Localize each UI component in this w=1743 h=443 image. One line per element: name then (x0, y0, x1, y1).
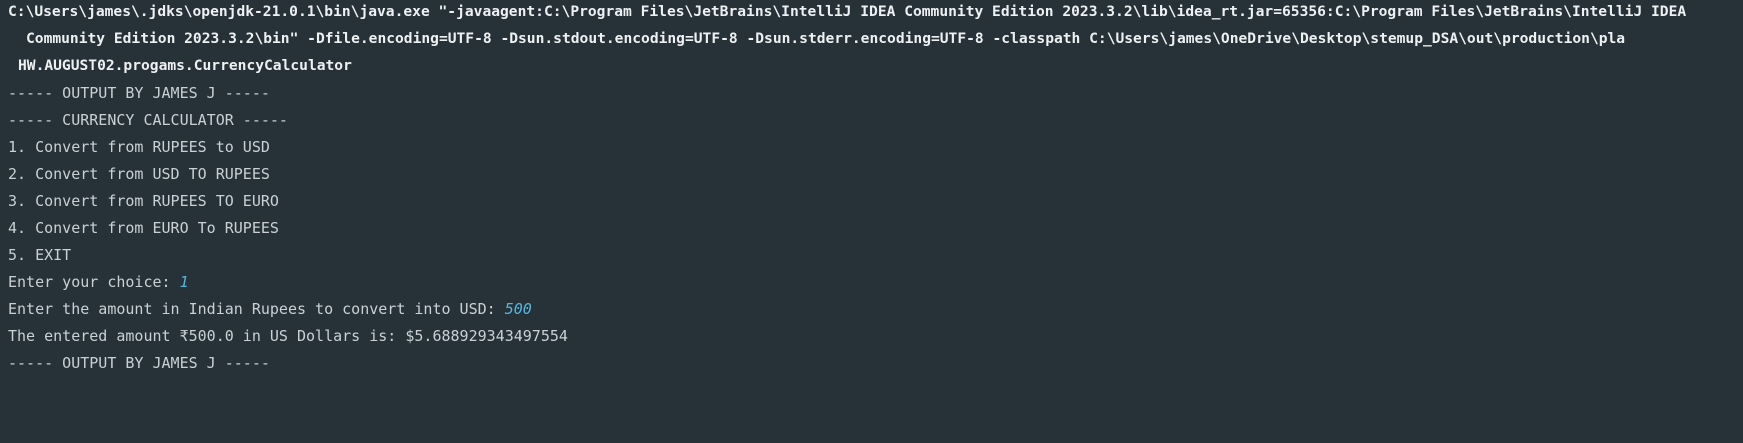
command-line-1: C:\Users\james\.jdks\openjdk-21.0.1\bin\… (8, 3, 1687, 20)
choice-prompt: Enter your choice: (8, 273, 180, 291)
amount-prompt-line: Enter the amount in Indian Rupees to con… (8, 294, 532, 324)
menu-option-1: 1. Convert from RUPEES to USD (8, 138, 270, 156)
calculator-title: ----- CURRENCY CALCULATOR ----- (8, 111, 288, 129)
menu-option-4: 4. Convert from EURO To RUPEES (8, 219, 279, 237)
menu-option-3: 3. Convert from RUPEES TO EURO (8, 192, 279, 210)
choice-input: 1 (179, 273, 189, 291)
command-line-3: HW.AUGUST02.progams.CurrencyCalculator (18, 57, 352, 74)
amount-input: 500 (504, 300, 532, 318)
amount-prompt: Enter the amount in Indian Rupees to con… (8, 300, 505, 318)
output-footer: ----- OUTPUT BY JAMES J ----- (8, 354, 270, 372)
output-header: ----- OUTPUT BY JAMES J ----- (8, 84, 270, 102)
run-console-output[interactable]: C:\Users\james\.jdks\openjdk-21.0.1\bin\… (0, 0, 1743, 443)
conversion-result: The entered amount ₹500.0 in US Dollars … (8, 327, 568, 345)
menu-option-2: 2. Convert from USD TO RUPEES (8, 165, 270, 183)
command-line-2: Community Edition 2023.3.2\bin" -Dfile.e… (26, 30, 1626, 47)
choice-prompt-line: Enter your choice: 1 (8, 267, 189, 297)
menu-option-5: 5. EXIT (8, 246, 72, 264)
